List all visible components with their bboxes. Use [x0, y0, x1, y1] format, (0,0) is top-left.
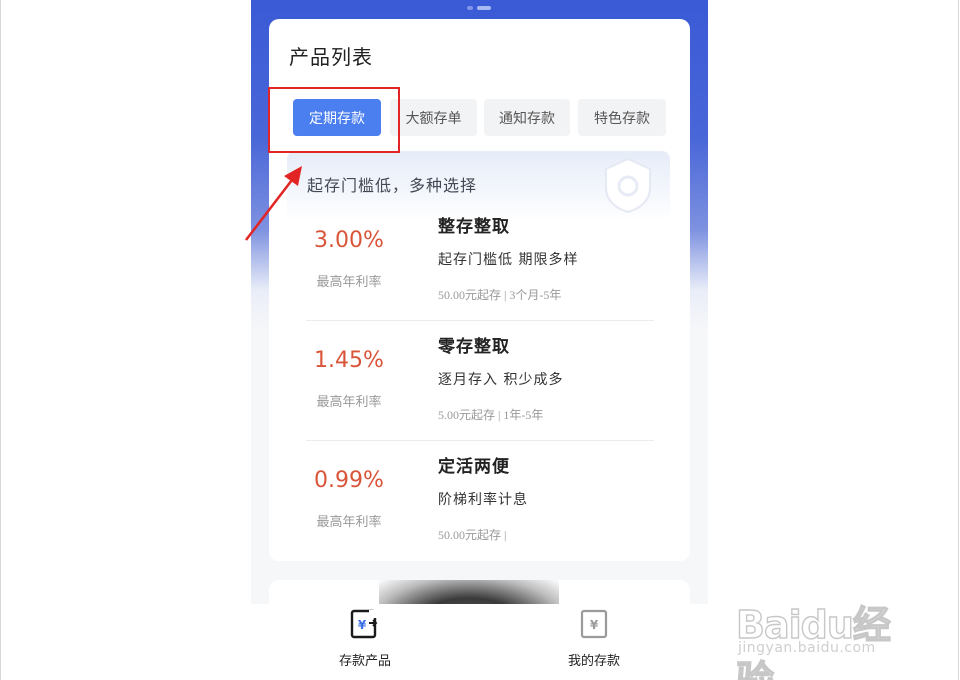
product-item[interactable]: 1.45% 最高年利率 零存整取 逐月存入 积少成多 5.00元起存 | 1年-…	[306, 321, 654, 441]
rate-value: 3.00%	[314, 228, 384, 253]
rate-label: 最高年利率	[316, 515, 382, 530]
product-item[interactable]: 0.99% 最高年利率 定活两便 阶梯利率计息 50.00元起存 |	[306, 441, 654, 561]
deposit-products-icon: ¥	[350, 609, 379, 639]
product-name: 零存整取	[438, 337, 510, 357]
nav-my-deposits[interactable]: ¥ 我的存款	[534, 604, 654, 680]
product-description: 逐月存入 积少成多	[438, 372, 564, 388]
page-title: 产品列表	[289, 45, 373, 69]
product-terms: 50.00元起存 |	[438, 528, 507, 542]
tab-notice-deposit[interactable]: 通知存款	[484, 99, 570, 136]
product-terms: 50.00元起存 | 3个月-5年	[438, 288, 562, 302]
product-name: 定活两便	[438, 457, 510, 477]
bottom-navigation: ¥ 存款产品 ¥ 我的存款	[251, 604, 708, 680]
highlight-box	[268, 87, 400, 153]
page-dot-active	[477, 6, 491, 10]
tab-large-cd[interactable]: 大额存单	[390, 99, 477, 136]
rate-label: 最高年利率	[316, 275, 382, 290]
frame-right-border	[958, 0, 959, 680]
watermark-logo: Baidu经验	[735, 602, 891, 680]
svg-text:¥: ¥	[358, 618, 367, 632]
svg-text:¥: ¥	[590, 618, 599, 632]
rate-label: 最高年利率	[316, 395, 382, 410]
nav-label: 存款产品	[338, 654, 391, 669]
banner-text: 起存门槛低，多种选择	[307, 176, 478, 195]
nav-deposit-products[interactable]: ¥ 存款产品	[305, 604, 425, 680]
baidu-watermark: Baidu经验 jingyan.baidu.com	[728, 574, 918, 680]
watermark-url: jingyan.baidu.com	[738, 640, 876, 656]
tab-special-deposit[interactable]: 特色存款	[578, 99, 666, 136]
annotation-arrow	[245, 166, 302, 241]
page-indicator	[467, 6, 491, 10]
product-description: 起存门槛低 期限多样	[438, 252, 579, 268]
product-name: 整存整取	[438, 217, 510, 237]
my-deposits-icon: ¥	[580, 609, 608, 639]
rate-value: 1.45%	[314, 348, 384, 373]
frame-left-border	[0, 0, 1, 680]
rate-value: 0.99%	[314, 468, 384, 493]
product-description: 阶梯利率计息	[438, 492, 528, 508]
product-item[interactable]: 3.00% 最高年利率 整存整取 起存门槛低 期限多样 50.00元起存 | 3…	[306, 201, 654, 321]
product-terms: 5.00元起存 | 1年-5年	[438, 408, 544, 422]
page-dot	[467, 6, 473, 10]
nav-label: 我的存款	[567, 654, 620, 669]
